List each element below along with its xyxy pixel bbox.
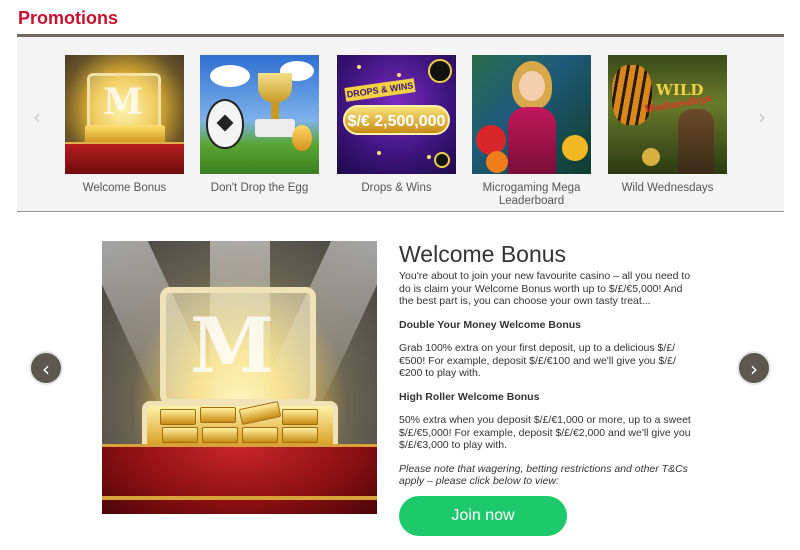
- wild-wednesdays-thumbnail[interactable]: WILD Wednesdays: [608, 55, 727, 174]
- chevron-left-icon: ‹: [42, 357, 50, 381]
- promo-card-mega-leaderboard[interactable]: Microgaming Mega Leaderboard: [472, 55, 591, 208]
- promo-card-welcome-bonus[interactable]: M Welcome Bonus: [65, 55, 184, 195]
- welcome-bonus-hero-image: M: [102, 241, 377, 514]
- section2-heading: High Roller Welcome Bonus: [399, 390, 540, 403]
- section2-body: 50% extra when you deposit $/£/€1,000 or…: [399, 414, 691, 451]
- promotion-intro: You're about to join your new favourite …: [399, 270, 691, 307]
- promo-card-dont-drop-the-egg[interactable]: Don't Drop the Egg: [200, 55, 319, 195]
- carousel-next-arrow-icon[interactable]: ›: [758, 105, 766, 129]
- terms-note: Please note that wagering, betting restr…: [399, 462, 688, 488]
- dont-drop-egg-thumbnail[interactable]: [200, 55, 319, 174]
- detail-next-button[interactable]: ›: [737, 351, 771, 385]
- promo-label[interactable]: Drops & Wins: [337, 182, 456, 195]
- promo-card-drops-and-wins[interactable]: DROPS & WINS $/€ 2,500,000 Drops & Wins: [337, 55, 456, 195]
- detail-prev-button[interactable]: ‹: [29, 351, 63, 385]
- drops-wins-amount: $/€ 2,500,000: [343, 105, 450, 135]
- promo-label[interactable]: Microgaming Mega Leaderboard: [472, 182, 591, 208]
- join-now-button[interactable]: Join now: [399, 496, 567, 536]
- promotion-title: Welcome Bonus: [399, 241, 567, 267]
- promotion-details: Welcome Bonus You're about to join your …: [399, 241, 699, 499]
- carousel-prev-arrow-icon[interactable]: ‹: [33, 105, 41, 129]
- promotions-carousel: ‹ › M Welcome Bonus Don't Drop the Egg D…: [17, 37, 784, 212]
- section1-body: Grab 100% extra on your first deposit, u…: [399, 342, 676, 379]
- chevron-right-icon: ›: [750, 357, 758, 381]
- promo-label[interactable]: Wild Wednesdays: [608, 182, 727, 195]
- promo-card-wild-wednesdays[interactable]: WILD Wednesdays Wild Wednesdays: [608, 55, 727, 195]
- promo-label[interactable]: Don't Drop the Egg: [200, 182, 319, 195]
- mega-leaderboard-thumbnail[interactable]: [472, 55, 591, 174]
- page-title: Promotions: [18, 8, 119, 28]
- section1-heading: Double Your Money Welcome Bonus: [399, 318, 582, 331]
- promo-label[interactable]: Welcome Bonus: [65, 182, 184, 195]
- welcome-bonus-thumbnail[interactable]: M: [65, 55, 184, 174]
- drops-wins-banner: DROPS & WINS: [344, 78, 416, 102]
- drops-and-wins-thumbnail[interactable]: DROPS & WINS $/€ 2,500,000: [337, 55, 456, 174]
